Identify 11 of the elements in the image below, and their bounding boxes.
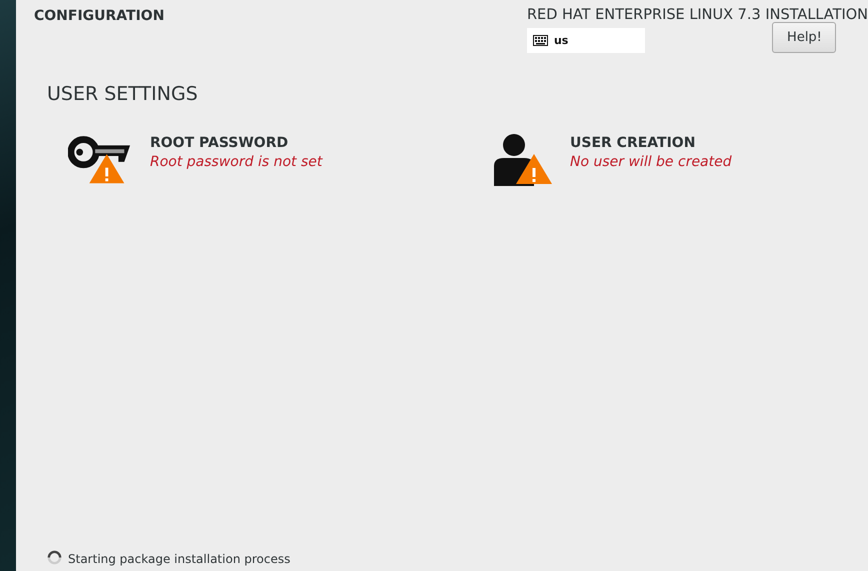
spoke-status: No user will be created — [570, 154, 732, 170]
spoke-title[interactable]: USER CREATION — [570, 135, 732, 151]
section-title: CONFIGURATION — [34, 8, 164, 26]
spoke-title[interactable]: ROOT PASSWORD — [150, 135, 322, 151]
help-button[interactable]: Help! — [772, 22, 836, 53]
status-message: Starting package installation process — [68, 552, 290, 566]
spoke-status: Root password is not set — [150, 154, 322, 170]
product-title: RED HAT ENTERPRISE LINUX 7.3 INSTALLATION — [526, 7, 868, 23]
keyboard-layout-indicator[interactable]: us — [526, 28, 645, 53]
keyboard-icon — [532, 35, 548, 46]
category-title: USER SETTINGS — [47, 83, 199, 105]
